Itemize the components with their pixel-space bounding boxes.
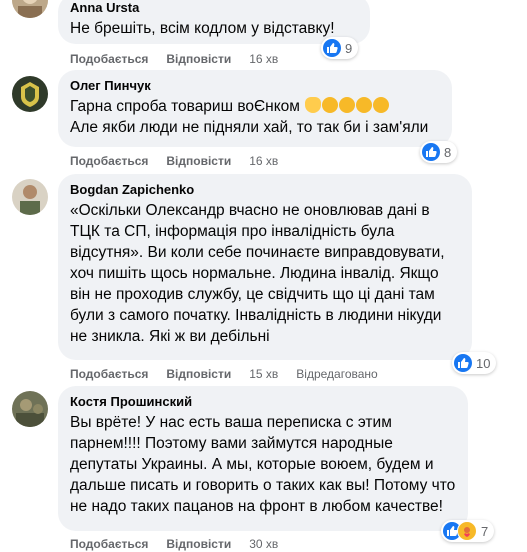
like-button[interactable]: Подобається <box>70 51 148 67</box>
avatar-image <box>12 179 48 215</box>
thumbs-up-icon <box>454 354 472 372</box>
reaction-count: 7 <box>481 523 489 539</box>
comment-text: Вы врёте! У нас есть ваша переписка с эт… <box>70 414 460 515</box>
avatar[interactable] <box>12 0 48 18</box>
reaction-summary[interactable]: 10 <box>452 352 497 374</box>
comment-text: Гарна спроба товариш воЄнком Але якби лю… <box>70 96 440 138</box>
reaction-count: 8 <box>444 144 452 160</box>
comment-bubble: Олег Пинчук Гарна спроба товариш воЄнком… <box>58 70 452 147</box>
comment-bubble: Anna Ursta Не брешіть, всім кодлом у від… <box>58 0 370 44</box>
comment-bubble: Костя Прошинский Вы врёте! У нас есть ва… <box>58 386 468 531</box>
avatar-image <box>12 0 48 18</box>
victory-hand-emoji <box>305 97 322 113</box>
thumbs-up-icon <box>422 143 440 161</box>
avatar[interactable] <box>12 76 48 112</box>
reply-button[interactable]: Відповісти <box>166 153 231 169</box>
reply-button[interactable]: Відповісти <box>166 536 231 552</box>
thumbs-up-icon <box>323 39 341 57</box>
care-reaction-icon <box>457 521 477 541</box>
comment-text-line2: Але якби люди не підняли хай, то так би … <box>70 119 429 136</box>
avatar[interactable] <box>12 179 48 215</box>
reaction-count: 9 <box>345 40 353 56</box>
comment-text: «Оскільки Олександр вчасно не оновлював … <box>70 202 449 345</box>
reaction-summary[interactable]: 8 <box>420 141 458 163</box>
laughing-face-emoji <box>356 97 373 113</box>
comment-actions: Подобається Відповісти 30 хв <box>70 536 278 552</box>
laughing-face-emoji <box>339 97 356 113</box>
reply-button[interactable]: Відповісти <box>166 51 231 67</box>
comment-text: Не брешіть, всім кодлом у відставку! <box>70 20 335 37</box>
comment-author[interactable]: Олег Пинчук <box>70 77 440 94</box>
comment-actions: Подобається Відповісти 16 хв <box>70 153 278 169</box>
reply-button[interactable]: Відповісти <box>166 366 231 382</box>
reaction-summary[interactable]: 7 <box>441 520 495 542</box>
comment-author[interactable]: Костя Прошинский <box>70 393 456 410</box>
edited-label: Відредаговано <box>296 367 378 381</box>
laughing-face-emoji <box>373 97 390 113</box>
avatar-image <box>12 76 48 112</box>
comment-time[interactable]: 30 хв <box>249 536 278 552</box>
reaction-count: 10 <box>476 355 491 371</box>
comment-text-line1: Гарна спроба товариш воЄнком <box>70 98 300 115</box>
comment-actions: Подобається Відповісти 15 хв Відредагова… <box>70 366 378 382</box>
like-button[interactable]: Подобається <box>70 366 148 382</box>
comment-author[interactable]: Anna Ursta <box>70 0 358 16</box>
comment-author[interactable]: Bogdan Zapichenko <box>70 181 460 198</box>
comment-actions: Подобається Відповісти 16 хв <box>70 51 278 67</box>
like-button[interactable]: Подобається <box>70 153 148 169</box>
comment-time[interactable]: 16 хв <box>249 153 278 169</box>
like-button[interactable]: Подобається <box>70 536 148 552</box>
avatar[interactable] <box>12 391 48 427</box>
reaction-summary[interactable]: 9 <box>321 37 359 59</box>
comment-time[interactable]: 16 хв <box>249 51 278 67</box>
comment-time[interactable]: 15 хв <box>249 366 278 382</box>
comment-bubble: Bogdan Zapichenko «Оскільки Олександр вч… <box>58 174 472 360</box>
laughing-face-emoji <box>322 97 339 113</box>
avatar-image <box>12 391 48 427</box>
